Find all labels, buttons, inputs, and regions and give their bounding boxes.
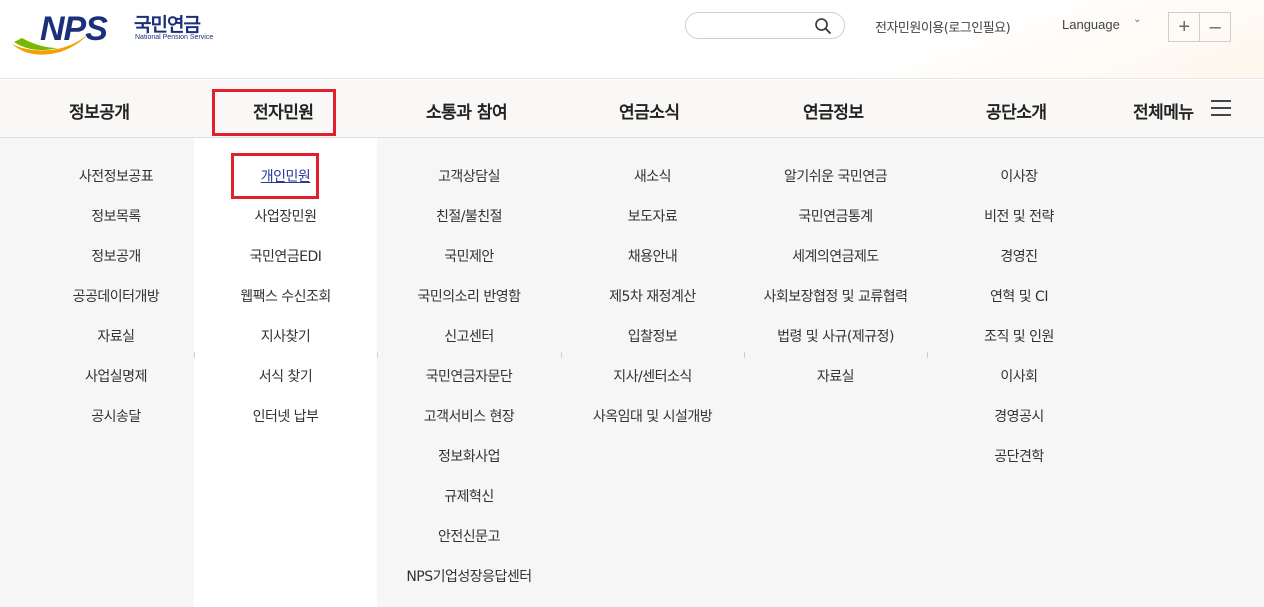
main-nav: 정보공개 전자민원 소통과 참여 연금소식 연금정보 공단소개 전체메뉴	[0, 80, 1264, 138]
submenu-item[interactable]: 안전신문고	[377, 526, 561, 546]
column-divider	[194, 352, 195, 358]
logo-korean: 국민연금	[134, 14, 201, 36]
submenu-item[interactable]: 사회보장협정 및 교류협력	[744, 286, 927, 306]
logo-wordmark: NPS	[40, 10, 108, 48]
search-box	[685, 12, 845, 39]
site-header: NPS 국민연금 National Pension Service 전자민원이용…	[0, 0, 1264, 79]
submenu-item[interactable]: 비전 및 전략	[927, 206, 1111, 226]
submenu-item[interactable]: 알기쉬운 국민연금	[744, 166, 927, 186]
submenu-item[interactable]: 정보목록	[38, 206, 194, 226]
submenu-item[interactable]: 국민의소리 반영함	[377, 286, 561, 306]
nav-item-communication[interactable]: 소통과 참여	[426, 98, 508, 123]
submenu-item[interactable]: 공공데이터개방	[38, 286, 194, 306]
submenu-item[interactable]: 경영진	[927, 246, 1111, 266]
submenu-item[interactable]: 지사찾기	[194, 326, 377, 346]
submenu-item[interactable]: 서식 찾기	[194, 366, 377, 386]
submenu-item[interactable]: 인터넷 납부	[194, 406, 377, 426]
nav-item-all-menu[interactable]: 전체메뉴	[1133, 98, 1194, 123]
submenu-item[interactable]: 공단견학	[927, 446, 1111, 466]
column-divider	[561, 352, 562, 358]
submenu-item[interactable]: 새소식	[561, 166, 744, 186]
submenu-item[interactable]: 자료실	[38, 326, 194, 346]
submenu-item[interactable]: 신고센터	[377, 326, 561, 346]
column-divider	[927, 352, 928, 358]
submenu-item[interactable]: 사업실명제	[38, 366, 194, 386]
submenu-item[interactable]: 규제혁신	[377, 486, 561, 506]
search-input[interactable]	[698, 17, 808, 35]
submenu-item[interactable]: 사옥임대 및 시설개방	[561, 406, 744, 426]
chevron-down-icon[interactable]: ⌄	[1133, 14, 1141, 25]
submenu-item[interactable]: 지사/센터소식	[561, 366, 744, 386]
submenu-item[interactable]: 자료실	[744, 366, 927, 386]
logo-subtitle: National Pension Service	[135, 34, 214, 41]
nav-item-info-disclosure[interactable]: 정보공개	[69, 98, 130, 123]
submenu-item[interactable]: 사업장민원	[194, 206, 377, 226]
menu-column-about: 이사장비전 및 전략경영진연혁 및 CI 조직 및 인원이사회경영공시공단견학	[927, 138, 1111, 607]
submenu-item[interactable]: 국민연금자문단	[377, 366, 561, 386]
submenu-item[interactable]: 친절/불친절	[377, 206, 561, 226]
submenu-item[interactable]: 고객상담실	[377, 166, 561, 186]
submenu-item[interactable]: 채용안내	[561, 246, 744, 266]
submenu-item[interactable]: 세계의연금제도	[744, 246, 927, 266]
submenu-item[interactable]: 조직 및 인원	[927, 326, 1111, 346]
menu-column-e-civil: 개인민원 사업장민원 국민연금EDI 웹팩스 수신조회 지사찾기 서식 찾기 인터넷 납부	[194, 138, 377, 607]
submenu-item[interactable]: 이사회	[927, 366, 1111, 386]
submenu-item[interactable]: 공시송달	[38, 406, 194, 426]
nps-logo[interactable]: NPS 국민연금 National Pension Service	[10, 8, 220, 62]
search-icon[interactable]	[814, 17, 832, 35]
submenu-item[interactable]: 웹팩스 수신조회	[194, 286, 377, 306]
submenu-item[interactable]: 입찰정보	[561, 326, 744, 346]
submenu-item[interactable]: 경영공시	[927, 406, 1111, 426]
highlight-box-submenu	[231, 153, 319, 199]
menu-column-communication: 고객상담실친절/불친절국민제안국민의소리 반영함신고센터국민연금자문단고객서비스…	[377, 138, 561, 607]
submenu-item[interactable]: 이사장	[927, 166, 1111, 186]
submenu-item[interactable]: 정보화사업	[377, 446, 561, 466]
zoom-controls: + –	[1168, 12, 1231, 42]
column-divider	[744, 352, 745, 358]
submenu-item[interactable]: 국민연금통계	[744, 206, 927, 226]
hamburger-menu-icon[interactable]	[1210, 99, 1232, 117]
zoom-out-button[interactable]: –	[1199, 13, 1230, 41]
submenu-item[interactable]: 제5차 재정계산	[561, 286, 744, 306]
submenu-item[interactable]: 국민연금EDI	[194, 246, 377, 266]
submenu-item[interactable]: 법령 및 사규(제규정)	[744, 326, 927, 346]
zoom-in-button[interactable]: +	[1169, 13, 1199, 41]
login-link[interactable]: 전자민원이용(로그인필요)	[875, 17, 1011, 36]
submenu-item[interactable]: 사전정보공표	[38, 166, 194, 186]
submenu-item[interactable]: 국민제안	[377, 246, 561, 266]
menu-column-pension-info: 알기쉬운 국민연금국민연금통계세계의연금제도사회보장협정 및 교류협력법령 및 …	[744, 138, 927, 607]
menu-column-info-disclosure: 사전정보공표정보목록정보공개공공데이터개방자료실사업실명제공시송달	[38, 138, 194, 607]
highlight-box-nav	[212, 89, 336, 136]
nav-item-about[interactable]: 공단소개	[986, 98, 1047, 123]
menu-column-pension-news: 새소식보도자료채용안내제5차 재정계산입찰정보지사/센터소식사옥임대 및 시설개…	[561, 138, 744, 607]
submenu-item[interactable]: 보도자료	[561, 206, 744, 226]
language-selector[interactable]: Language	[1062, 17, 1120, 32]
submenu-item[interactable]: 정보공개	[38, 246, 194, 266]
submenu-item[interactable]: 고객서비스 현장	[377, 406, 561, 426]
mega-menu-dropdown: 사전정보공표 정보목록 정보공개 공공데이터개방 자료실 사업실명제 공시송달 개인민원 사업…	[0, 138, 1264, 607]
submenu-item[interactable]: NPS기업성장응답센터	[377, 566, 561, 586]
submenu-item[interactable]: 연혁 및 CI	[927, 286, 1111, 306]
column-divider	[377, 352, 378, 358]
nav-item-pension-news[interactable]: 연금소식	[619, 98, 680, 123]
nav-item-pension-info[interactable]: 연금정보	[803, 98, 864, 123]
